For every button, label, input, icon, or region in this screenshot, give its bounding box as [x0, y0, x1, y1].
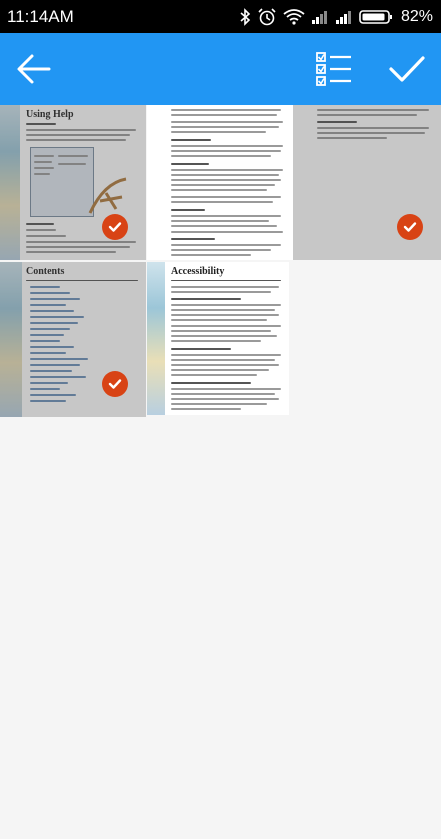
checkmark-icon — [108, 222, 122, 232]
signal-icon — [335, 11, 351, 24]
app-bar — [0, 33, 441, 105]
signal-icon — [311, 11, 327, 24]
page-thumbnail[interactable] — [293, 105, 441, 260]
status-icons: 82% — [239, 5, 433, 29]
page-preview — [147, 105, 293, 260]
page-title: Accessibility — [171, 266, 225, 277]
status-time: 11:14AM — [7, 7, 74, 26]
page-thumbnail[interactable]: Using Help — [0, 105, 146, 260]
select-all-button[interactable] — [302, 33, 366, 105]
page-thumbnail[interactable]: Accessibility — [147, 262, 289, 415]
page-thumbnail[interactable]: Contents — [0, 262, 146, 417]
alarm-icon — [258, 8, 276, 26]
page-preview: Accessibility — [147, 262, 289, 415]
selected-check-badge — [397, 214, 423, 240]
wifi-icon — [283, 9, 305, 25]
battery-icon — [359, 10, 392, 24]
confirm-button[interactable] — [377, 33, 437, 105]
bluetooth-icon — [240, 8, 251, 26]
selected-check-badge — [102, 371, 128, 397]
selected-check-badge — [102, 214, 128, 240]
page-thumbnail[interactable] — [147, 105, 293, 260]
back-button[interactable] — [2, 33, 66, 105]
checkmark-icon — [389, 56, 425, 82]
checkmark-icon — [108, 379, 122, 389]
status-bar: 11:14AM 82% — [0, 0, 441, 33]
select-all-icon — [316, 52, 351, 86]
checkmark-icon — [403, 222, 417, 232]
back-arrow-icon — [17, 54, 51, 84]
battery-percent: 82% — [400, 8, 433, 25]
